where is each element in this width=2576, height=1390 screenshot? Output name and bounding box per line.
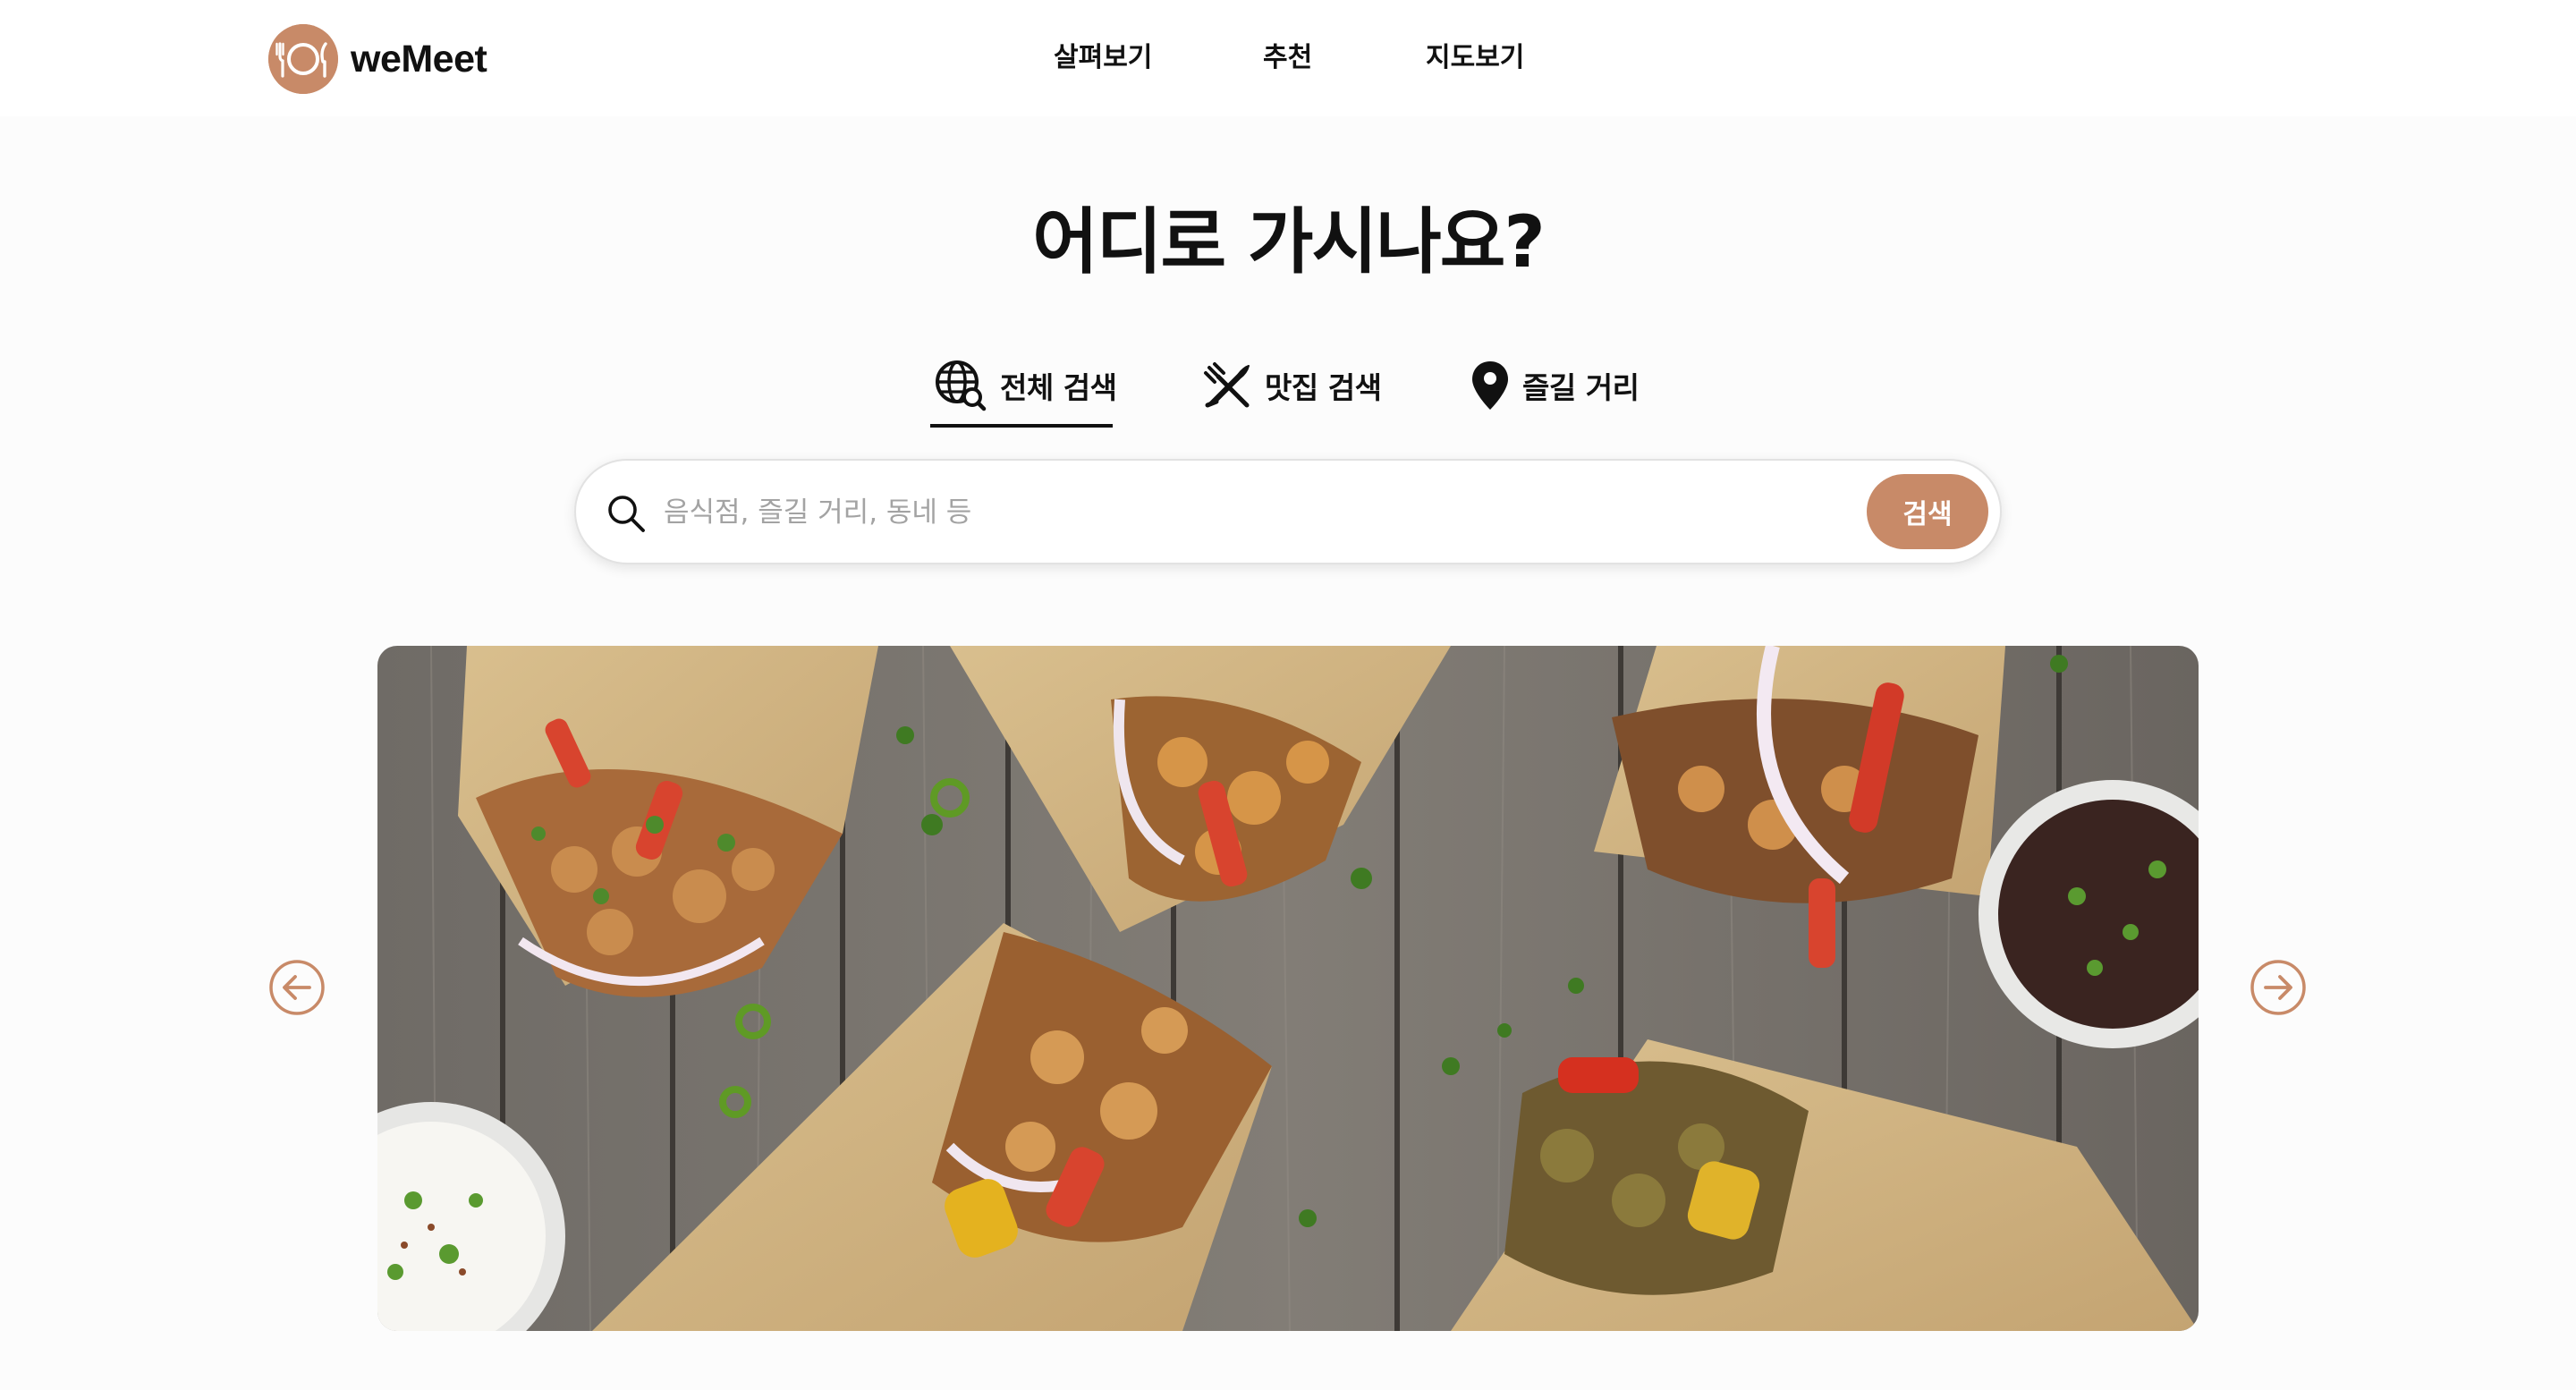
food-wraps-illustration bbox=[377, 646, 2199, 1331]
top-header: weMeet 살펴보기 추천 지도보기 bbox=[0, 0, 2576, 116]
logo[interactable]: weMeet bbox=[268, 23, 487, 95]
plate-fork-knife-icon bbox=[268, 24, 338, 94]
search-bar: 검색 bbox=[574, 459, 2002, 564]
page-title: 어디로 가시나요? bbox=[1032, 200, 1545, 284]
globe-search-icon bbox=[936, 360, 987, 411]
search-icon bbox=[608, 496, 645, 532]
search-button[interactable]: 검색 bbox=[1867, 474, 1988, 549]
nav-map-view[interactable]: 지도보기 bbox=[1426, 36, 1524, 81]
arrow-right-circle-icon[interactable] bbox=[2250, 959, 2307, 1016]
tab-things-to-do[interactable]: 즐길 거리 bbox=[1470, 356, 1640, 415]
active-tab-indicator bbox=[930, 424, 1113, 428]
tab-restaurant-search[interactable]: 맛집 검색 bbox=[1202, 356, 1382, 415]
tab-restaurant-search-label: 맛집 검색 bbox=[1265, 370, 1382, 405]
search-input[interactable] bbox=[662, 482, 1649, 543]
logo-text: weMeet bbox=[351, 37, 487, 81]
tab-things-to-do-label: 즐길 거리 bbox=[1522, 370, 1640, 405]
nav-explore[interactable]: 살펴보기 bbox=[1054, 36, 1152, 81]
carousel-banner-image bbox=[377, 646, 2199, 1331]
tab-all-search[interactable]: 전체 검색 bbox=[934, 356, 1117, 415]
map-pin-icon bbox=[1472, 361, 1508, 410]
arrow-left-circle-icon[interactable] bbox=[268, 959, 326, 1016]
tab-all-search-label: 전체 검색 bbox=[1000, 370, 1117, 405]
nav-recommend[interactable]: 추천 bbox=[1263, 36, 1312, 81]
fork-knife-icon bbox=[1204, 362, 1250, 408]
